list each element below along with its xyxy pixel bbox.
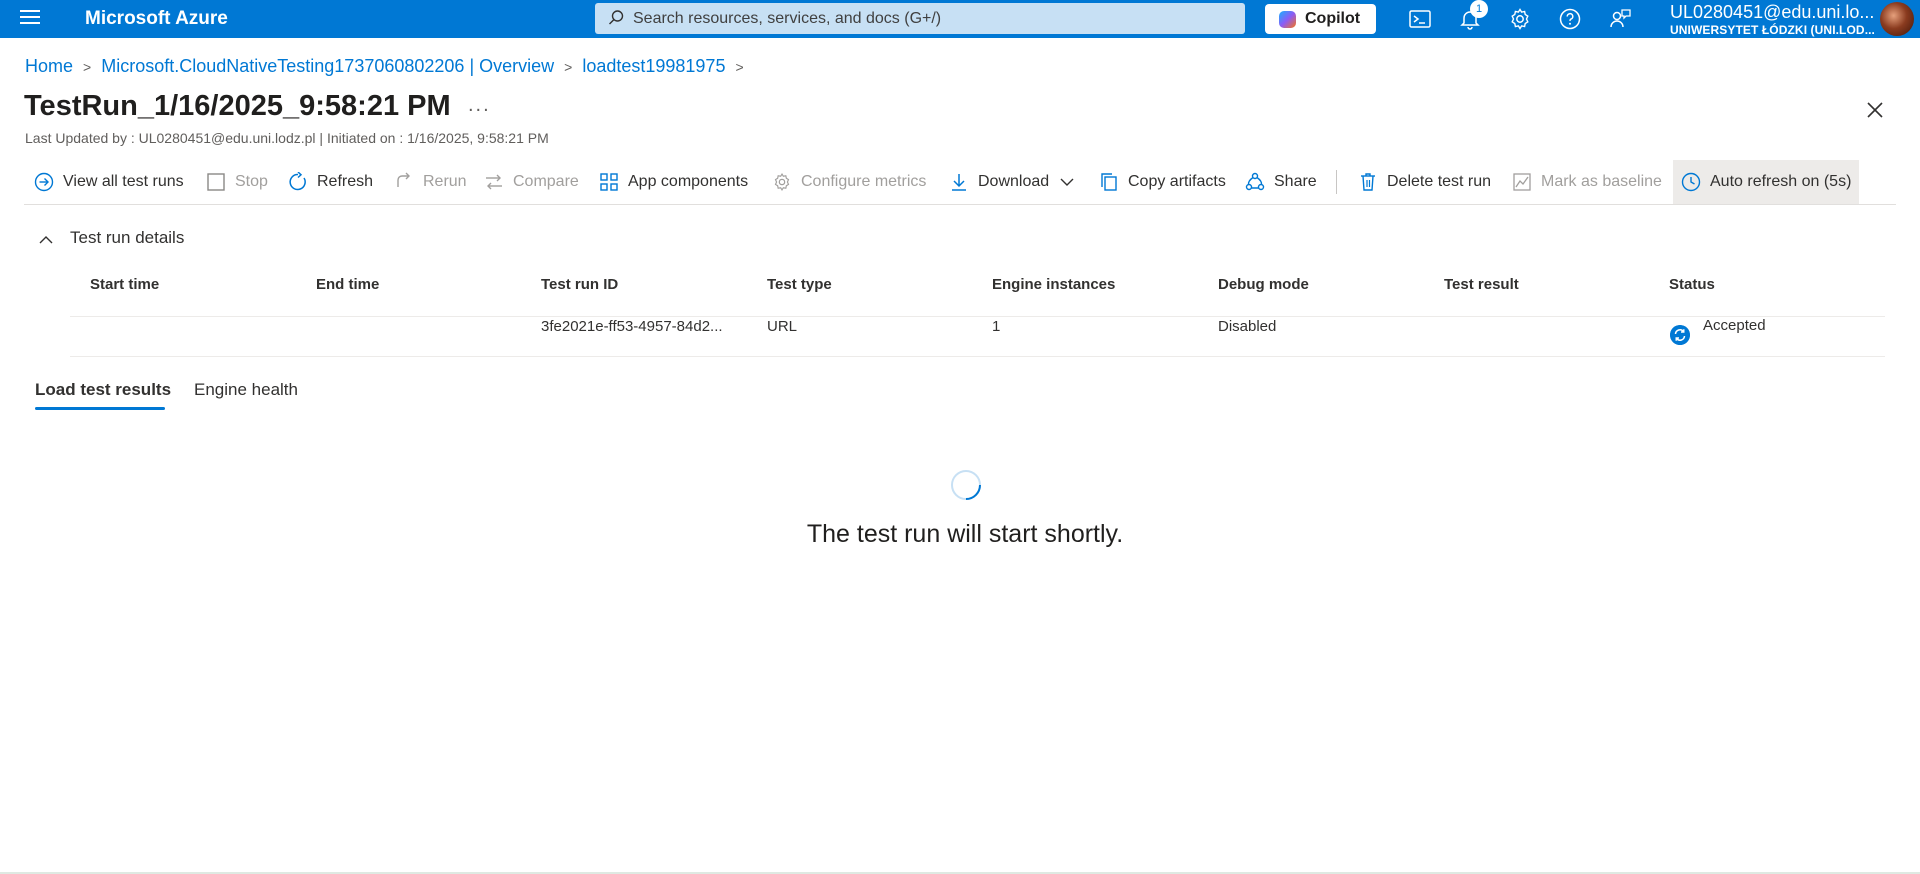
view-all-test-runs-button[interactable]: View all test runs (34, 160, 184, 204)
compare-label: Compare (513, 173, 579, 190)
copy-artifacts-button[interactable]: Copy artifacts (1099, 160, 1226, 204)
chevron-right-icon: > (735, 59, 744, 75)
header-end-time: End time (316, 276, 380, 293)
row-divider (70, 356, 1885, 357)
clock-icon (1681, 172, 1701, 192)
close-icon[interactable] (1865, 100, 1885, 120)
user-org: UNIWERSYTET ŁÓDZKI (UNI.LOD... (1670, 23, 1875, 37)
header-start-time: Start time (90, 276, 160, 293)
auto-refresh-label: Auto refresh on (5s) (1710, 173, 1852, 190)
chevron-up-icon (39, 236, 53, 244)
compare-arrows-icon (486, 174, 502, 190)
stop-label: Stop (235, 173, 268, 190)
feedback-icon[interactable] (1608, 7, 1632, 31)
breadcrumb-resource-overview[interactable]: Microsoft.CloudNativeTesting173706080220… (101, 56, 554, 76)
view-all-label: View all test runs (63, 173, 184, 190)
chevron-down-icon (1060, 178, 1074, 186)
cell-test-type: URL (767, 318, 798, 335)
account-info[interactable]: UL0280451@edu.uni.lo... UNIWERSYTET ŁÓDZ… (1670, 2, 1875, 38)
copilot-icon (1279, 11, 1296, 28)
chevron-right-icon: > (83, 59, 92, 75)
tab-engine-health[interactable]: Engine health (194, 380, 298, 400)
app-components-button[interactable]: App components (599, 160, 748, 204)
user-email: UL0280451@edu.uni.lo... (1670, 2, 1875, 22)
app-components-icon (600, 173, 618, 191)
download-button[interactable]: Download (949, 160, 1084, 204)
cell-debug-mode: Disabled (1218, 318, 1277, 335)
status-sync-icon (1670, 325, 1690, 345)
trash-icon (1361, 173, 1375, 191)
search-input[interactable] (631, 7, 1235, 31)
help-question-icon[interactable] (1558, 7, 1582, 31)
copilot-button[interactable]: Copilot (1265, 4, 1376, 34)
page-subtitle: Last Updated by : UL0280451@edu.uni.lodz… (25, 130, 549, 146)
configure-metrics-button[interactable]: Configure metrics (772, 160, 926, 204)
header-status: Status (1669, 276, 1715, 293)
cell-status: Accepted (1703, 317, 1766, 334)
header-test-result: Test result (1444, 276, 1519, 293)
share-label: Share (1274, 173, 1317, 190)
refresh-button[interactable]: Refresh (288, 160, 373, 204)
stop-square-icon (207, 173, 225, 191)
rerun-button[interactable]: Rerun (394, 160, 467, 204)
breadcrumb-loadtest[interactable]: loadtest19981975 (582, 56, 725, 76)
search-icon (609, 10, 624, 25)
header-test-type: Test type (767, 276, 832, 293)
more-actions-ellipsis[interactable]: ... (468, 94, 491, 117)
chevron-right-icon: > (564, 59, 573, 75)
app-components-label: App components (628, 173, 749, 190)
header-debug-mode: Debug mode (1218, 276, 1309, 293)
copy-artifacts-label: Copy artifacts (1128, 173, 1226, 190)
loading-spinner-icon (951, 470, 981, 500)
page-title: TestRun_1/16/2025_9:58:21 PM (24, 90, 451, 122)
delete-test-run-button[interactable]: Delete test run (1358, 160, 1491, 204)
stop-button[interactable]: Stop (206, 160, 268, 204)
baseline-chart-icon (1513, 173, 1531, 191)
arrow-circle-right-icon (34, 172, 54, 192)
header-divider (70, 316, 1885, 317)
cell-test-run-id: 3fe2021e-ff53-4957-84d2... (541, 318, 723, 335)
cloud-shell-icon[interactable] (1408, 7, 1432, 31)
auto-refresh-button[interactable]: Auto refresh on (5s) (1673, 160, 1860, 204)
section-title: Test run details (70, 228, 185, 247)
copilot-label: Copilot (1305, 10, 1361, 27)
cell-engine-instances: 1 (992, 318, 1001, 335)
user-avatar[interactable] (1880, 2, 1914, 36)
rerun-icon (397, 172, 410, 187)
compare-button[interactable]: Compare (484, 160, 579, 204)
download-icon (952, 174, 966, 191)
breadcrumb-home[interactable]: Home (25, 56, 73, 76)
refresh-label: Refresh (317, 173, 374, 190)
command-bar: View all test runs Stop Refresh Rerun Co… (24, 160, 1896, 205)
download-label: Download (978, 173, 1050, 190)
selected-tab-indicator (35, 407, 165, 410)
brand-title[interactable]: Microsoft Azure (85, 8, 228, 30)
share-icon (1245, 172, 1265, 191)
share-button[interactable]: Share (1245, 160, 1317, 204)
refresh-icon (289, 172, 306, 191)
copy-icon (1101, 173, 1117, 191)
hamburger-menu-icon[interactable] (20, 10, 40, 26)
header-engine-instances: Engine instances (992, 276, 1116, 293)
rerun-label: Rerun (423, 173, 467, 190)
top-nav-bar: Microsoft Azure Copilot 1 UL0280451@edu.… (0, 0, 1920, 38)
configure-metrics-label: Configure metrics (801, 173, 927, 190)
toolbar-divider (1336, 170, 1337, 194)
mark-as-baseline-button[interactable]: Mark as baseline (1512, 160, 1662, 204)
settings-gear-icon[interactable] (1508, 7, 1532, 31)
breadcrumb: Home > Microsoft.CloudNativeTesting1737060… (25, 56, 754, 77)
header-test-run-id: Test run ID (541, 276, 619, 293)
loading-message: The test run will start shortly. (806, 520, 1124, 548)
notification-badge: 1 (1470, 0, 1488, 18)
delete-label: Delete test run (1387, 173, 1492, 190)
gear-icon (774, 172, 790, 192)
mark-baseline-label: Mark as baseline (1541, 173, 1662, 190)
tab-load-test-results[interactable]: Load test results (35, 380, 171, 400)
global-search[interactable] (595, 3, 1245, 34)
